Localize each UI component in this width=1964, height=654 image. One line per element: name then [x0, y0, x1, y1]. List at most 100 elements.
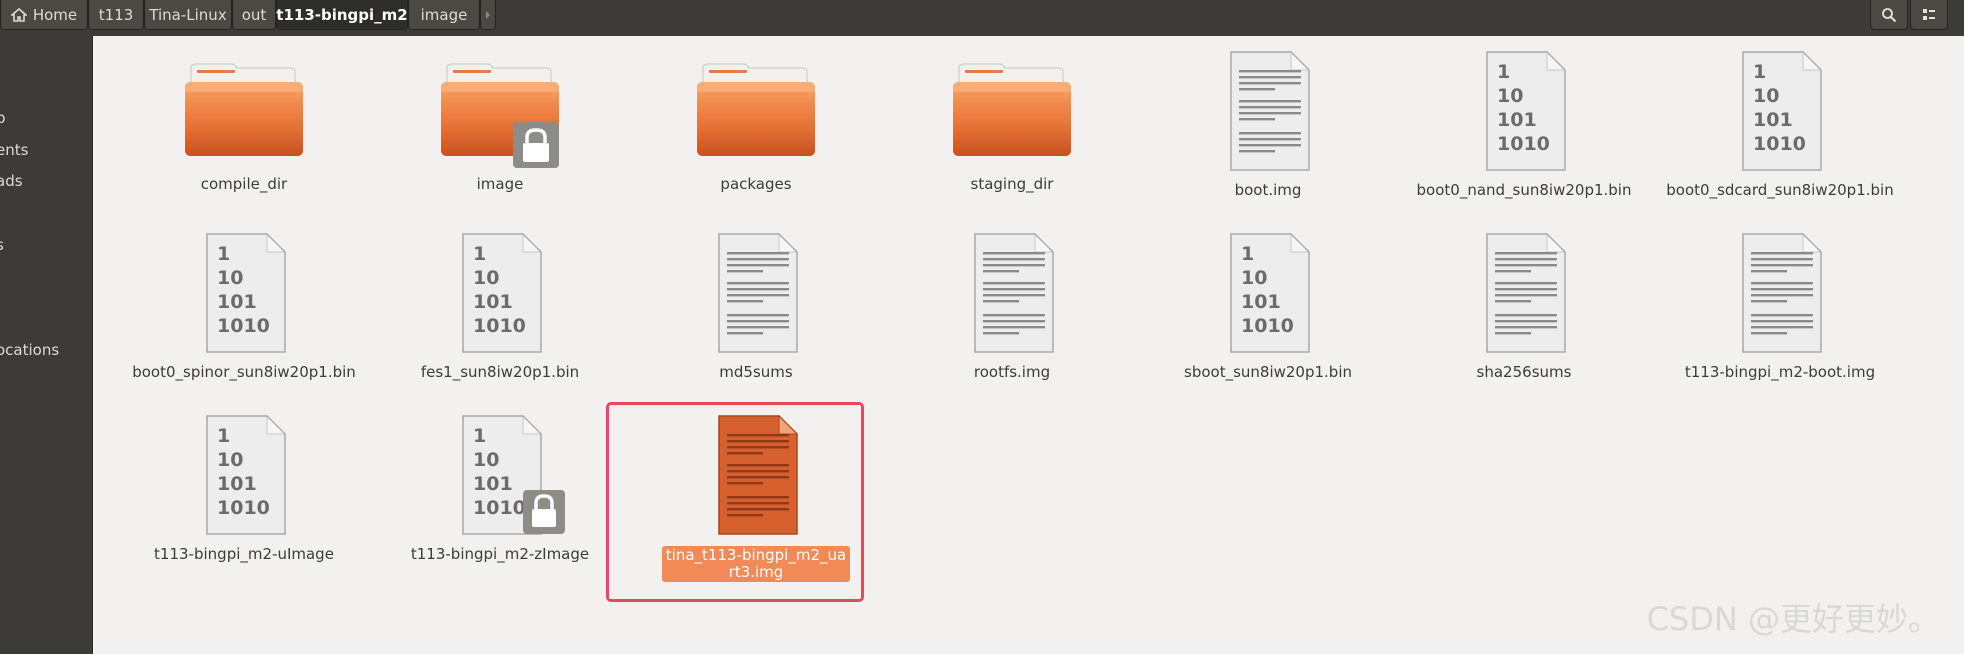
file-item[interactable]: rootfs.img — [892, 230, 1132, 381]
breadcrumb-label: Tina-Linux — [149, 5, 227, 24]
breadcrumb-t113[interactable]: t113 — [88, 0, 144, 30]
file-name-label: rootfs.img — [973, 363, 1051, 381]
binary-file-icon: 1 10 101 1010 — [380, 412, 620, 538]
file-item[interactable]: 1 10 101 1010 boot0_nand_sun8iw20p1.bin — [1404, 48, 1644, 199]
svg-text:1: 1 — [1241, 243, 1254, 265]
svg-text:1010: 1010 — [1753, 133, 1806, 155]
home-icon — [10, 7, 27, 22]
breadcrumb-t113-bingpi-m2[interactable]: t113-bingpi_m2 — [276, 0, 408, 30]
lock-icon — [523, 490, 565, 534]
file-item[interactable]: 1 10 101 1010 t113-bingpi_m2-uImage — [124, 412, 364, 563]
sidebar-item-videos[interactable]: s — [0, 236, 4, 254]
file-item[interactable]: t113-bingpi_m2-boot.img — [1660, 230, 1900, 381]
svg-text:101: 101 — [1241, 291, 1281, 313]
svg-text:101: 101 — [1497, 109, 1537, 131]
svg-text:1010: 1010 — [217, 315, 270, 337]
svg-text:10: 10 — [473, 449, 499, 471]
file-name-label: sha256sums — [1476, 363, 1572, 381]
sidebar-item-documents[interactable]: ents — [0, 141, 28, 159]
binary-file-icon: 1 10 101 1010 — [124, 412, 364, 538]
text-file-icon — [636, 230, 876, 356]
folder-icon — [380, 48, 620, 168]
file-name-label: fes1_sun8iw20p1.bin — [420, 363, 580, 381]
breadcrumb-label: Home — [32, 5, 78, 24]
svg-text:1: 1 — [1497, 61, 1510, 83]
folder-item[interactable]: staging_dir — [892, 48, 1132, 193]
svg-text:101: 101 — [473, 291, 513, 313]
lock-icon — [513, 122, 559, 168]
file-name-label: md5sums — [719, 363, 793, 381]
sidebar-item-places[interactable]: p — [0, 109, 6, 127]
svg-text:1: 1 — [217, 243, 230, 265]
svg-text:101: 101 — [217, 473, 257, 495]
svg-text:101: 101 — [1753, 109, 1793, 131]
chevron-right-icon — [486, 10, 490, 19]
binary-file-icon: 1 10 101 1010 — [124, 230, 364, 356]
text-file-icon — [1148, 48, 1388, 174]
binary-file-icon: 1 10 101 1010 — [380, 230, 620, 356]
sidebar-item-other-locations[interactable]: ocations — [0, 341, 59, 359]
binary-file-icon: 1 10 101 1010 — [1404, 48, 1644, 174]
svg-text:10: 10 — [1497, 85, 1523, 107]
watermark: CSDN @更好更妙。 — [1646, 600, 1940, 638]
svg-text:1: 1 — [473, 425, 486, 447]
file-name-label: packages — [720, 175, 792, 193]
search-icon — [1882, 7, 1897, 22]
file-name-label: boot0_spinor_sun8iw20p1.bin — [132, 363, 356, 381]
svg-text:1: 1 — [217, 425, 230, 447]
folder-icon — [636, 48, 876, 168]
text-file-icon — [892, 230, 1132, 356]
svg-text:1010: 1010 — [1241, 315, 1294, 337]
file-name-label: t113-bingpi_m2-boot.img — [1684, 363, 1876, 381]
file-item[interactable]: boot.img — [1148, 48, 1388, 199]
file-name-label: compile_dir — [200, 175, 288, 193]
text-file-icon — [1404, 230, 1644, 356]
file-item[interactable]: 1 10 101 1010 sboot_sun8iw20p1.bin — [1148, 230, 1388, 381]
sidebar: p ents ads s ocations — [0, 36, 93, 654]
file-name-label: image — [476, 175, 524, 193]
svg-text:10: 10 — [217, 449, 243, 471]
breadcrumb-label: image — [420, 5, 468, 24]
sidebar-item-downloads[interactable]: ads — [0, 172, 23, 190]
highlight-annotation — [606, 402, 864, 602]
svg-text:1010: 1010 — [217, 497, 270, 519]
binary-file-icon: 1 10 101 1010 — [1148, 230, 1388, 356]
file-name-label: boot.img — [1234, 181, 1302, 199]
breadcrumb-forward-button[interactable] — [480, 0, 496, 30]
svg-text:1: 1 — [473, 243, 486, 265]
svg-text:1010: 1010 — [1497, 133, 1550, 155]
file-name-label: sboot_sun8iw20p1.bin — [1184, 363, 1352, 381]
file-item[interactable]: 1 10 101 1010 boot0_sdcard_sun8iw20p1.bin — [1660, 48, 1900, 199]
file-name-label: boot0_sdcard_sun8iw20p1.bin — [1666, 181, 1894, 199]
file-name-label: t113-bingpi_m2-uImage — [154, 545, 334, 563]
folder-item[interactable]: compile_dir — [124, 48, 364, 193]
file-name-label: boot0_nand_sun8iw20p1.bin — [1416, 181, 1632, 199]
breadcrumb-label: t113 — [98, 5, 134, 24]
file-item[interactable]: md5sums — [636, 230, 876, 381]
svg-text:10: 10 — [1753, 85, 1779, 107]
file-item[interactable]: 1 10 101 1010 boot0_spinor_sun8iw20p1.bin — [124, 230, 364, 381]
folder-item[interactable]: image — [380, 48, 620, 193]
file-item[interactable]: 1 10 101 1010 t113-bingpi_m2-zImage — [380, 412, 620, 563]
breadcrumb-image[interactable]: image — [408, 0, 480, 30]
text-file-icon — [1660, 230, 1900, 356]
grid-view-icon — [1923, 8, 1935, 20]
folder-icon — [124, 48, 364, 168]
breadcrumb-home[interactable]: Home — [0, 0, 88, 30]
svg-text:101: 101 — [217, 291, 257, 313]
breadcrumb-tina-linux[interactable]: Tina-Linux — [144, 0, 232, 30]
search-button[interactable] — [1870, 0, 1908, 30]
breadcrumb-label: t113-bingpi_m2 — [276, 5, 408, 24]
svg-text:1010: 1010 — [473, 315, 526, 337]
breadcrumb-out[interactable]: out — [232, 0, 276, 30]
view-toggle-button[interactable] — [1910, 0, 1948, 30]
file-view: compile_dir image packages staging_dir boot.… — [93, 36, 1964, 654]
folder-item[interactable]: packages — [636, 48, 876, 193]
svg-text:10: 10 — [1241, 267, 1267, 289]
breadcrumb-label: out — [241, 5, 267, 24]
file-name-label: t113-bingpi_m2-zImage — [410, 545, 590, 563]
file-item[interactable]: sha256sums — [1404, 230, 1644, 381]
svg-text:1: 1 — [1753, 61, 1766, 83]
file-name-label: staging_dir — [970, 175, 1054, 193]
file-item[interactable]: 1 10 101 1010 fes1_sun8iw20p1.bin — [380, 230, 620, 381]
